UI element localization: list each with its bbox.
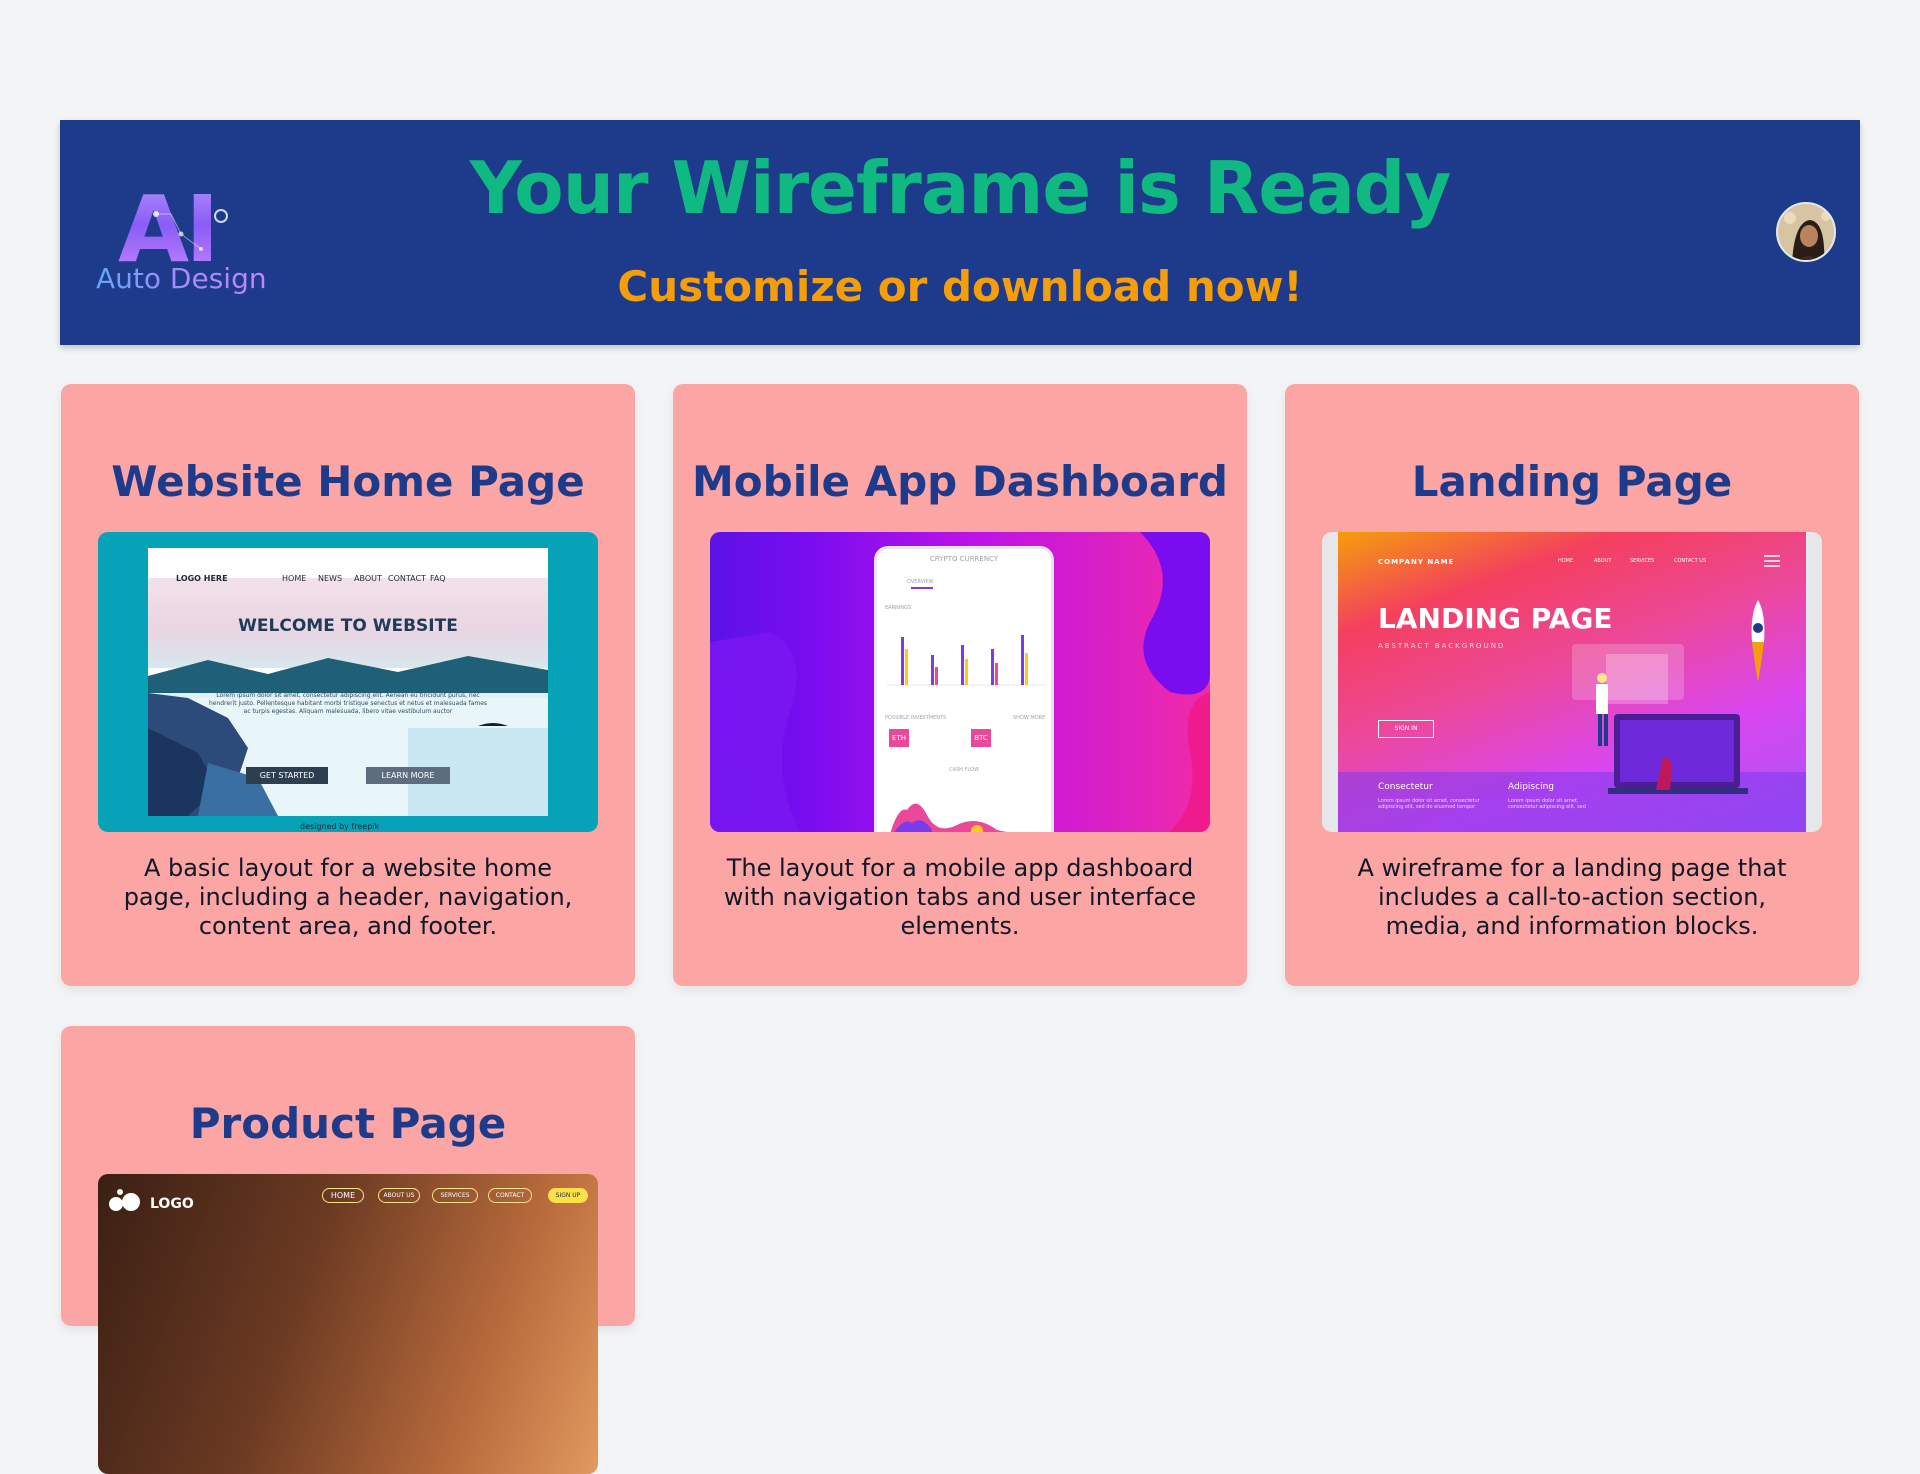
preview-investments-label: POSSIBLE INVESTMENTS [885,715,947,721]
page-header: AI Auto Design Your Wireframe is Ready C… [60,120,1860,345]
preview-earnings-label: EARNINGS [885,605,912,611]
product-nav-home: HOME [322,1188,364,1203]
preview-col2-title: Adipiscing [1508,782,1554,792]
preview-nav-about: ABOUT [354,574,382,583]
preview-get-started-button: GET STARTED [246,767,328,784]
preview-cash-flow: CASH FLOW [949,767,979,773]
template-card-landing-page[interactable]: Landing Page COMPANY NAME HOME ABOUT SER… [1285,384,1859,986]
preview-coin-btc: BTC [971,729,991,747]
user-avatar[interactable] [1776,202,1836,262]
cash-flow-area-chart [890,803,1008,832]
preview-learn-more-button: LEARN MORE [366,767,450,784]
preview-nav-contact: CONTACT [388,574,426,583]
card-title: Landing Page [1411,457,1733,506]
card-title: Mobile App Dashboard [691,457,1228,506]
product-nav-services: SERVICES [432,1188,478,1203]
phone-mockup: CRYPTO CURRENCY OVERVIEW EARNINGS POSSIB… [874,546,1054,832]
product-page-preview[interactable]: LOGO HOME ABOUT US SERVICES CONTACT SIGN… [98,1174,598,1474]
product-nav-contact: CONTACT [488,1188,532,1203]
card-description: The layout for a mobile app dashboard wi… [723,854,1197,940]
preview-logo: LOGO HERE [176,574,228,583]
page-subtitle: Customize or download now! [617,262,1303,311]
landing-hero: COMPANY NAME HOME ABOUT SERVICES CONTACT… [1338,532,1806,832]
avatar-photo [1778,204,1834,260]
product-logo-text: LOGO [150,1196,194,1212]
card-description: A basic layout for a website home page, … [123,854,573,940]
preview-window: LOGO HERE HOME NEWS ABOUT CONTACT FAQ WE… [148,548,548,816]
template-card-product-page[interactable]: Product Page LOGO HOME ABOUT US SERVICES… [61,1026,635,1474]
preview-col2-text: Lorem ipsum dolor sit amet, consectetur … [1508,798,1586,810]
preview-show-more: SHOW MORE [1013,715,1046,721]
preview-nav-faq: FAQ [430,574,446,583]
preview-coin-eth: ETH [889,729,909,747]
mobile-dashboard-preview[interactable]: CRYPTO CURRENCY OVERVIEW EARNINGS POSSIB… [710,532,1210,832]
page-title: Your Wireframe is Ready [469,146,1452,230]
product-signup-button: SIGN UP [548,1188,588,1203]
preview-credit: designed by freepik [300,822,380,831]
preview-app-header: CRYPTO CURRENCY [929,555,999,563]
card-title: Website Home Page [111,457,585,506]
template-card-mobile-dashboard[interactable]: Mobile App Dashboard CRYPTO CURRENCY OVE… [673,384,1247,986]
card-title: Product Page [189,1099,507,1148]
preview-nav-news: NEWS [318,574,343,583]
template-card-website-home[interactable]: Website Home Page LOGO HERE HOME NEWS AB… [61,384,635,986]
product-logo-icon [109,1189,140,1211]
landscape-illustration [148,656,548,816]
earnings-bar-chart [887,635,1047,686]
preview-headline: WELCOME TO WEBSITE [238,616,458,636]
landing-page-preview[interactable]: COMPANY NAME HOME ABOUT SERVICES CONTACT… [1322,532,1822,832]
preview-nav-home: HOME [282,574,307,583]
product-nav-about: ABOUT US [378,1188,420,1203]
preview-col1-title: Consectetur [1378,782,1433,792]
website-home-preview[interactable]: LOGO HERE HOME NEWS ABOUT CONTACT FAQ WE… [98,532,598,832]
card-description: A wireframe for a landing page that incl… [1357,854,1787,940]
preview-col1-text: Lorem ipsum dolor sit amet, consectetur … [1378,798,1480,810]
preview-body: Lorem ipsum dolor sit amet, consectetur … [208,692,488,715]
preview-tab-overview: OVERVIEW [907,579,934,585]
